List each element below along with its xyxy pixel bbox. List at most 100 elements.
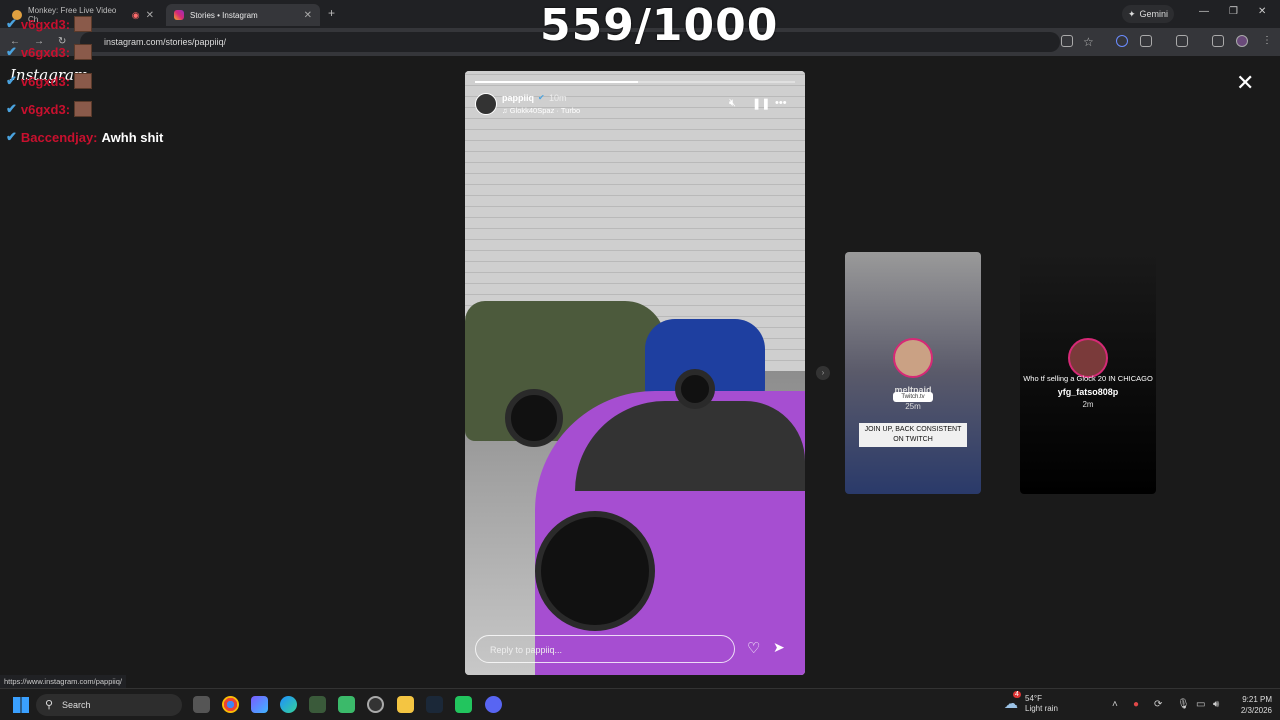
file-explorer-icon[interactable] xyxy=(397,696,414,713)
chat-line: ✔ v6gxd3: xyxy=(6,73,93,89)
story-image-wheel xyxy=(535,511,655,631)
story-song[interactable]: ♫ Glokk40Spaz · Turbo xyxy=(502,106,580,115)
edge-icon[interactable] xyxy=(280,696,297,713)
next-story-chevron-icon[interactable]: › xyxy=(816,366,830,380)
clock-date: 2/3/2026 xyxy=(1240,706,1272,715)
clock-time: 9:21 PM xyxy=(1242,695,1272,704)
verified-check-icon: ✔ xyxy=(6,73,17,88)
cast-icon[interactable] xyxy=(1061,35,1073,47)
status-bar-url: https://www.instagram.com/pappiiq/ xyxy=(0,675,126,688)
story-preview-card[interactable]: meltpaid Twitch.tv 25m JOIN UP, BACK CON… xyxy=(845,252,981,494)
verified-badge-icon: ✔ xyxy=(538,93,545,102)
chat-line: ✔ v6gxd3: xyxy=(6,16,93,32)
chrome-icon[interactable] xyxy=(222,696,239,713)
instagram-favicon-icon xyxy=(174,10,184,20)
search-icon: ⚲ xyxy=(45,699,54,711)
chat-line: ✔ v6gxd3: xyxy=(6,44,93,60)
preview-username: yfg_fatso808p xyxy=(1057,387,1119,397)
send-icon[interactable]: ➤ xyxy=(773,639,785,656)
verified-check-icon: ✔ xyxy=(6,44,17,59)
clock[interactable]: 9:21 PM 2/3/2026 xyxy=(1228,694,1272,716)
verified-check-icon: ✔ xyxy=(6,16,17,31)
restore-button[interactable]: ❐ xyxy=(1229,6,1238,17)
tray-app-icon[interactable]: ● xyxy=(1133,699,1139,710)
microphone-icon[interactable]: 🎙︎ xyxy=(1177,699,1190,710)
close-tab-icon[interactable]: ✕ xyxy=(304,10,312,21)
settings-icon[interactable] xyxy=(367,696,384,713)
discord-icon[interactable] xyxy=(485,696,502,713)
chat-username: v6gxd3: xyxy=(20,44,71,60)
taskbar-search[interactable]: ⚲ Search xyxy=(36,694,182,716)
chat-username: v6gxd3: xyxy=(20,16,71,32)
display-icon[interactable]: ▭ xyxy=(1196,699,1205,710)
volume-icon[interactable]: 🔊︎ xyxy=(1213,699,1219,710)
music-icon: ♫ xyxy=(502,106,508,115)
chevron-up-icon[interactable]: ˄ xyxy=(1112,699,1118,710)
more-options-icon[interactable]: ••• xyxy=(775,97,787,109)
weather-desc: Light rain xyxy=(1025,704,1058,713)
emote-icon xyxy=(74,16,93,32)
emote-icon xyxy=(74,44,93,60)
weather-widget[interactable]: 54°F Light rain xyxy=(1025,694,1058,714)
taskbar: ⚲ Search ☁ 4 54°F Light rain ˄ ● ⟳ 🎙︎ ▭ … xyxy=(0,688,1280,720)
app-green-icon[interactable] xyxy=(455,696,472,713)
app-icon[interactable] xyxy=(309,696,326,713)
steam-icon[interactable] xyxy=(426,696,443,713)
story-progress-bar xyxy=(475,81,795,83)
chat-line: ✔ v6gxd3: xyxy=(6,101,93,117)
sparkle-icon: ✦ xyxy=(1128,8,1136,19)
story-song-label: Glokk40Spaz · Turbo xyxy=(509,106,581,115)
story-username[interactable]: pappiiq xyxy=(502,93,534,103)
task-view-icon[interactable] xyxy=(193,696,210,713)
media-controls-icon[interactable] xyxy=(1212,35,1224,47)
menu-kebab-icon[interactable]: ⋮ xyxy=(1262,35,1272,46)
story-preview-card[interactable]: Who tf selling a Glock 20 IN CHICAGO yfg… xyxy=(1020,252,1156,494)
verified-check-icon: ✔ xyxy=(6,129,17,144)
goal-counter: 559/1000 xyxy=(540,0,779,51)
chat-line: ✔ Baccendjay: Awhh shit xyxy=(6,129,163,145)
chat-username: Baccendjay: xyxy=(20,129,98,145)
verified-check-icon: ✔ xyxy=(6,101,17,116)
close-tab-icon[interactable]: ✕ xyxy=(146,10,154,21)
emote-icon xyxy=(74,101,93,117)
new-tab-button[interactable]: + xyxy=(328,6,335,20)
preview-avatar xyxy=(1068,338,1108,378)
emote-icon xyxy=(74,73,93,89)
weather-temp: 54°F xyxy=(1025,694,1042,703)
preview-time: 2m xyxy=(1082,400,1094,409)
preview-link-sticker: Twitch.tv xyxy=(893,392,933,402)
story-avatar[interactable] xyxy=(475,93,497,115)
minimize-button[interactable]: — xyxy=(1199,6,1209,17)
pause-icon[interactable]: ❚❚ xyxy=(752,97,770,110)
tab-instagram[interactable]: Stories • Instagram ✕ xyxy=(166,4,320,26)
windows-start-icon[interactable] xyxy=(13,697,29,713)
gemini-button[interactable]: ✦ Gemini xyxy=(1122,5,1175,23)
chat-username: v6gxd3: xyxy=(20,73,71,89)
recording-icon: ◉ xyxy=(131,9,140,20)
url-text[interactable]: instagram.com/stories/pappiiq/ xyxy=(104,37,226,47)
story-time: 10m xyxy=(549,93,567,103)
story-image-wheel xyxy=(505,389,563,447)
close-window-button[interactable]: ✕ xyxy=(1258,6,1266,17)
weather-badge: 4 xyxy=(1013,691,1021,698)
reply-input[interactable]: Reply to pappiiq... xyxy=(475,635,735,663)
close-stories-icon[interactable]: ✕ xyxy=(1236,70,1254,96)
network-sync-icon[interactable]: ⟳ xyxy=(1154,699,1162,710)
tab-title: Stories • Instagram xyxy=(190,10,258,20)
story-viewer[interactable]: pappiiq ✔ 10m ♫ Glokk40Spaz · Turbo 🔇︎ ❚… xyxy=(465,71,805,675)
chat-username: v6gxd3: xyxy=(20,101,71,117)
mute-icon[interactable]: 🔇︎ xyxy=(729,97,736,110)
extensions-puzzle-icon[interactable] xyxy=(1140,35,1152,47)
preview-time: 25m xyxy=(905,402,921,411)
taskbar-search-label: Search xyxy=(62,700,91,710)
bookmark-star-icon[interactable]: ☆ xyxy=(1083,35,1094,49)
sidepanel-icon[interactable] xyxy=(1176,35,1188,47)
preview-caption: Who tf selling a Glock 20 IN CHICAGO xyxy=(1023,374,1153,383)
profile-avatar[interactable] xyxy=(1236,35,1248,47)
chat-message: Awhh shit xyxy=(101,129,164,145)
heart-icon[interactable]: ♡ xyxy=(747,639,760,657)
extension-icon[interactable] xyxy=(1116,35,1128,47)
story-image-wheel xyxy=(675,369,715,409)
copilot-icon[interactable] xyxy=(251,696,268,713)
store-icon[interactable] xyxy=(338,696,355,713)
